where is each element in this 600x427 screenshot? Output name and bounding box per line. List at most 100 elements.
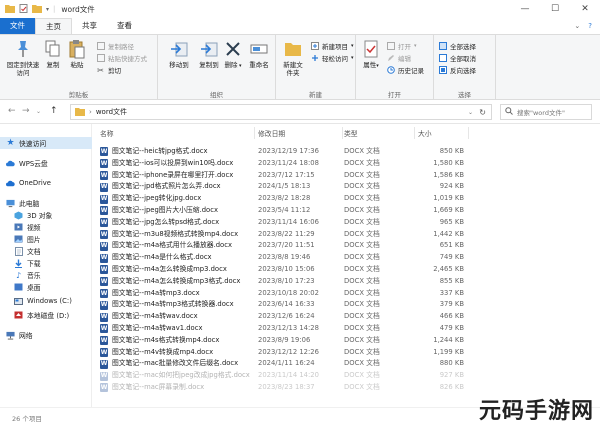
file-row[interactable]: W 图文笔记--m4a怎么转换成mp3.docx 2023/8/10 15:06 DO… (92, 264, 512, 276)
computer-icon (6, 199, 15, 208)
file-row[interactable]: W 图文笔记--m4a怎么转换成mp3格式.docx 2023/8/10 17:23… (92, 276, 512, 288)
cut-button[interactable]: ✂ 剪切 (96, 65, 121, 76)
file-row[interactable]: W 图文笔记--m4a转mp3格式转换器.docx 2023/6/14 16:33 D… (92, 299, 512, 311)
properties-quick-icon[interactable] (19, 3, 28, 15)
search-input[interactable]: 搜索"word文件" (500, 104, 592, 120)
window-controls: — ☐ ✕ (510, 0, 600, 18)
new-item-button[interactable]: 新建项目 ▾ (310, 41, 354, 51)
cloud-icon (6, 179, 15, 188)
sidebar-item-network[interactable]: 网络 (0, 329, 92, 341)
sidebar-item-3d-objects[interactable]: 3D 对象 (0, 209, 92, 221)
sidebar-item-downloads[interactable]: 下载 (0, 257, 92, 269)
file-row[interactable]: W 图文笔记--heic转jpg格式.docx 2023/12/19 17:36 DO… (92, 146, 512, 158)
column-header-name[interactable]: 名称 (100, 126, 114, 140)
chevron-down-icon[interactable]: ▾ (46, 6, 49, 13)
tab-home[interactable]: 主页 (35, 18, 72, 34)
up-arrow-icon[interactable]: ↑ (50, 106, 58, 116)
file-row[interactable]: W 图文笔记--ios可以投屏到win10吗.docx 2023/11/24 18:… (92, 158, 512, 170)
sidebar-item-documents[interactable]: 文档 (0, 245, 92, 257)
file-name: 图文笔记--mac屏幕录制.docx (112, 383, 205, 391)
paste-button[interactable]: 粘贴 (64, 39, 90, 69)
file-row[interactable]: W 图文笔记--mac如何把jpeg改成jpg格式.docx 2023/11/14 … (92, 370, 512, 382)
file-row[interactable]: W 图文笔记--mac屏幕录制.docx 2023/8/23 18:37 DOCX 文… (92, 382, 512, 394)
sidebar-item-wps-cloud[interactable]: WPS云盘 (0, 157, 92, 169)
file-name-cell: W 图文笔记--m4a转mp3格式转换器.docx (100, 299, 255, 311)
rename-button[interactable]: 重命名 (244, 39, 274, 69)
file-size: 466 KB (439, 312, 464, 321)
tab-view[interactable]: 查看 (107, 18, 142, 34)
word-document-icon: W (100, 312, 108, 322)
chevron-down-icon[interactable]: ⌄ (574, 18, 580, 34)
window-title: word文件 (61, 4, 95, 14)
copy-button[interactable]: 复制 (40, 39, 66, 69)
file-row[interactable]: W 图文笔记--m4a格式用什么播放器.docx 2023/7/20 11:51 DO… (92, 240, 512, 252)
file-row[interactable]: W 图文笔记--m4s格式转换mp4.docx 2023/8/9 19:06 DOCX… (92, 335, 512, 347)
select-none-button[interactable]: 全部取消 (438, 53, 476, 63)
easy-access-button[interactable]: 轻松访问 ▾ (310, 53, 354, 63)
sidebar-item-pictures[interactable]: 图片 (0, 233, 92, 245)
file-type: DOCX 文档 (344, 147, 380, 155)
pin-quick-access-button[interactable]: 固定到快速访问 (4, 39, 42, 77)
history-button[interactable]: 历史记录 (386, 65, 424, 75)
file-row[interactable]: W 图文笔记--m4a是什么格式.docx 2023/8/8 19:46 DOCX 文… (92, 252, 512, 264)
file-name: 图文笔记--m4a转wav.docx (112, 312, 198, 321)
sidebar-item-drive-d[interactable]: 本地磁盘 (D:) (0, 309, 92, 321)
back-arrow-icon[interactable]: ← (8, 106, 16, 116)
refresh-icon[interactable]: ↻ (479, 108, 486, 117)
desktop-icon (14, 283, 23, 292)
select-all-button[interactable]: 全部选择 (438, 41, 476, 51)
column-header-size[interactable]: 大小 (418, 126, 432, 140)
file-row[interactable]: W 图文笔记--m4a转mp3.docx 2023/10/18 20:02 DOCX … (92, 288, 512, 300)
sidebar-item-onedrive[interactable]: OneDrive (0, 177, 92, 189)
chevron-down-icon[interactable]: ⌄ (468, 109, 473, 116)
column-divider[interactable] (342, 127, 343, 139)
file-row[interactable]: W 图文笔记--m4v转换成mp4.docx 2023/12/12 12:26 DOC… (92, 347, 512, 359)
sidebar-item-this-pc[interactable]: 此电脑 (0, 197, 92, 209)
copy-to-icon (198, 39, 220, 59)
invert-selection-button[interactable]: 反向选择 (438, 65, 476, 75)
file-row[interactable]: W 图文笔记--jpd格式照片怎么弄.docx 2024/1/5 18:13 DOCX… (92, 181, 512, 193)
file-name: 图文笔记--heic转jpg格式.docx (112, 147, 208, 155)
pin-icon (12, 39, 34, 59)
file-row[interactable]: W 图文笔记--m3u8视频格式转换mp4.docx 2023/8/22 11:29… (92, 229, 512, 241)
file-size: 965 KB (439, 217, 464, 226)
file-type: DOCX 文档 (344, 265, 380, 273)
file-row[interactable]: W 图文笔记--iphone录屏在哪里打开.docx 2023/7/12 17:15… (92, 170, 512, 182)
breadcrumb-current[interactable]: word文件 (96, 107, 127, 117)
sidebar-item-videos[interactable]: 视频 (0, 221, 92, 233)
tab-file[interactable]: 文件 (0, 18, 35, 34)
sidebar-item-quick-access[interactable]: ★ 快速访问 (0, 137, 92, 149)
select-group-label: 选择 (458, 91, 471, 99)
address-input[interactable]: › word文件 ⌄ ↻ (70, 104, 492, 120)
column-divider[interactable] (254, 127, 255, 139)
paste-shortcut-button[interactable]: 粘贴快捷方式 (96, 53, 147, 63)
properties-button[interactable]: 属性▾ (358, 39, 384, 70)
maximize-button[interactable]: ☐ (540, 0, 570, 18)
file-row[interactable]: W 图文笔记--m4a转wav1.docx 2023/12/13 14:28 DOCX… (92, 323, 512, 335)
new-folder-button[interactable]: 新建文件夹 (278, 39, 308, 77)
file-row[interactable]: W 图文笔记--jpeg图片大小压缩.docx 2023/5/4 11:12 DOCX… (92, 205, 512, 217)
column-divider[interactable] (414, 127, 415, 139)
move-to-button[interactable]: 移动到 (162, 39, 196, 69)
recent-locations-icon[interactable]: ⌄ (36, 108, 41, 115)
column-divider[interactable] (468, 127, 469, 139)
copy-path-button[interactable]: 复制路径 (96, 41, 134, 51)
forward-arrow-icon[interactable]: → (22, 106, 30, 116)
file-row[interactable]: W 图文笔记--jpg怎么转psd格式.docx 2023/11/14 16:06 D… (92, 217, 512, 229)
properties-icon (360, 39, 382, 59)
sidebar-item-desktop[interactable]: 桌面 (0, 281, 92, 293)
open-button[interactable]: 打开 ▾ (386, 41, 417, 51)
close-button[interactable]: ✕ (570, 0, 600, 18)
new-folder-quick-icon[interactable] (32, 4, 42, 15)
column-header-date[interactable]: 修改日期 (258, 126, 285, 140)
minimize-button[interactable]: — (510, 0, 540, 18)
file-row[interactable]: W 图文笔记--m4a转wav.docx 2023/12/6 16:24 DOCX 文… (92, 311, 512, 323)
sidebar-item-drive-c[interactable]: Windows (C:) (0, 295, 92, 307)
edit-button[interactable]: 编辑 (386, 53, 411, 63)
column-header-type[interactable]: 类型 (344, 126, 358, 140)
sidebar-item-music[interactable]: ♪ 音乐 (0, 269, 92, 281)
tab-share[interactable]: 共享 (72, 18, 107, 34)
help-icon[interactable]: ? (588, 18, 592, 34)
file-row[interactable]: W 图文笔记--jpeg转化jpg.docx 2023/8/2 18:28 DOCX … (92, 193, 512, 205)
file-row[interactable]: W 图文笔记--mac批量修改文件后缀名.docx 2024/1/11 16:24 D… (92, 358, 512, 370)
